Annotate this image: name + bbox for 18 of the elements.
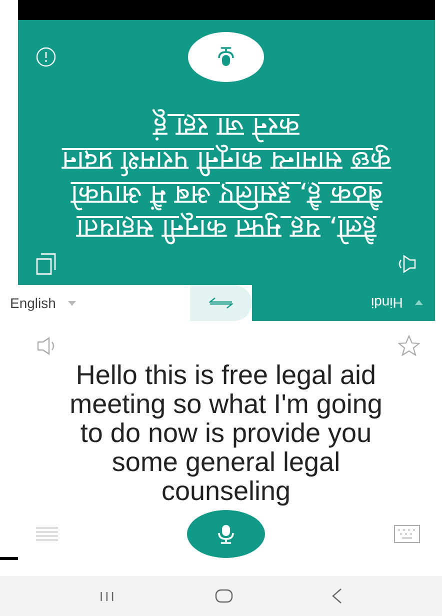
copy-icon[interactable] <box>36 253 56 275</box>
swap-languages-button[interactable] <box>190 285 252 321</box>
info-icon[interactable] <box>36 47 56 67</box>
swap-arrows-icon <box>209 296 233 310</box>
list-icon[interactable] <box>36 527 58 541</box>
source-language-dropdown[interactable]: English <box>10 295 56 311</box>
microphone-icon <box>218 524 234 544</box>
transcript-text: Hello this is free legal aid meeting so what I'm going to do now is provide you some general legal counseling <box>68 361 384 506</box>
home-button[interactable] <box>215 589 234 603</box>
microphone-icon <box>218 47 234 67</box>
keyboard-icon[interactable] <box>394 525 420 543</box>
caret-icon <box>68 300 76 306</box>
caret-icon <box>415 300 423 306</box>
back-button[interactable] <box>332 588 342 604</box>
target-language-dropdown[interactable]: Hindi <box>371 295 403 311</box>
translated-text: हैलो, यह मुफ्त कानूनी सहायता बैठक है, इसलिए अब मैं आपको कुछ सामान्य कानूनी परामर्श प्रदान करने जा रहा हूं <box>60 108 392 245</box>
star-icon[interactable] <box>398 335 420 357</box>
recents-button[interactable]: III <box>100 588 116 604</box>
